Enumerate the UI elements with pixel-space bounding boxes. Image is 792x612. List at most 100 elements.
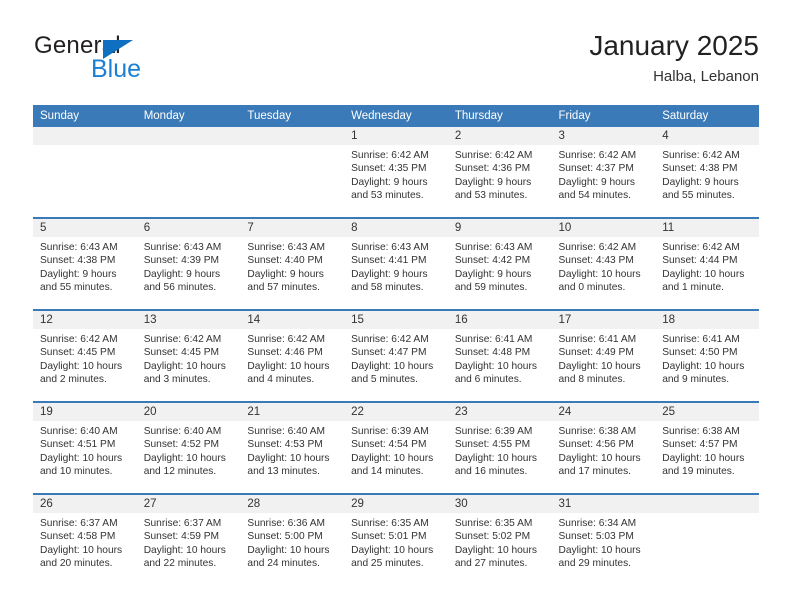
calendar-cell-empty (33, 127, 137, 218)
day-detail-line: and 10 minutes. (40, 466, 113, 478)
day-detail-line: Daylight: 9 hours (351, 176, 428, 188)
day-number: 21 (240, 403, 345, 421)
calendar-cell-inner: 10 Sunrise: 6:42 AM Sunset: 4:43 PM Dayligh… (551, 219, 656, 307)
calendar-cell-inner: 17 Sunrise: 6:41 AM Sunset: 4:49 PM Dayligh… (551, 311, 656, 399)
day-detail-line: and 2 minutes. (40, 374, 107, 386)
day-number: 9 (447, 219, 552, 237)
day-detail-line: and 53 minutes. (351, 190, 424, 202)
day-detail-line: Sunrise: 6:42 AM (662, 150, 740, 161)
calendar-cell-inner: 19 Sunrise: 6:40 AM Sunset: 4:51 PM Dayligh… (33, 403, 137, 491)
calendar-day-cell[interactable]: 24 Sunrise: 6:38 AM Sunset: 4:56 PM Dayligh… (551, 401, 656, 494)
calendar-day-cell[interactable]: 22 Sunrise: 6:39 AM Sunset: 4:54 PM Dayligh… (344, 401, 448, 494)
calendar-day-cell[interactable]: 1 Sunrise: 6:42 AM Sunset: 4:35 PM Daylight… (344, 127, 448, 218)
calendar-day-cell[interactable]: 29 Sunrise: 6:35 AM Sunset: 5:01 PM Dayligh… (344, 493, 448, 585)
day-detail-line: Sunrise: 6:35 AM (351, 518, 429, 529)
day-detail-line: Sunset: 4:40 PM (247, 255, 323, 267)
day-detail-line: Sunset: 4:50 PM (662, 347, 738, 359)
day-details: Sunrise: 6:42 AM Sunset: 4:43 PM Daylight:… (552, 237, 656, 295)
calendar-day-cell[interactable]: 8 Sunrise: 6:43 AM Sunset: 4:41 PM Daylight… (344, 217, 448, 310)
day-details: Sunrise: 6:37 AM Sunset: 4:58 PM Daylight:… (33, 513, 137, 571)
calendar-day-cell[interactable]: 27 Sunrise: 6:37 AM Sunset: 4:59 PM Dayligh… (136, 493, 241, 585)
calendar-cell-inner: 9 Sunrise: 6:43 AM Sunset: 4:42 PM Daylight… (447, 219, 552, 307)
day-detail-line: and 55 minutes. (662, 190, 735, 202)
calendar-day-cell[interactable]: 15 Sunrise: 6:42 AM Sunset: 4:47 PM Dayligh… (344, 309, 448, 402)
calendar-day-cell[interactable]: 2 Sunrise: 6:42 AM Sunset: 4:36 PM Daylight… (447, 127, 552, 218)
calendar-day-cell[interactable]: 12 Sunrise: 6:42 AM Sunset: 4:45 PM Dayligh… (33, 309, 137, 402)
day-detail-line: Sunset: 4:47 PM (351, 347, 427, 359)
calendar-day-cell[interactable]: 25 Sunrise: 6:38 AM Sunset: 4:57 PM Dayligh… (655, 401, 759, 494)
calendar-day-cell[interactable]: 16 Sunrise: 6:41 AM Sunset: 4:48 PM Dayligh… (447, 309, 552, 402)
day-number: 28 (240, 495, 345, 513)
day-detail-line: Sunrise: 6:43 AM (351, 242, 429, 253)
day-number: 6 (136, 219, 241, 237)
day-detail-line: Daylight: 9 hours (351, 268, 428, 280)
calendar-day-cell[interactable]: 18 Sunrise: 6:41 AM Sunset: 4:50 PM Dayligh… (655, 309, 759, 402)
day-detail-line: Sunrise: 6:40 AM (40, 426, 118, 437)
page-header: General Blue January 2025 Halba, Lebanon (33, 30, 759, 93)
day-number: 20 (136, 403, 241, 421)
day-detail-line: Sunrise: 6:42 AM (351, 150, 429, 161)
calendar-day-cell[interactable]: 14 Sunrise: 6:42 AM Sunset: 4:46 PM Dayligh… (240, 309, 345, 402)
day-detail-line: Sunset: 4:38 PM (40, 255, 116, 267)
day-number: 10 (551, 219, 656, 237)
day-detail-line: Sunrise: 6:43 AM (143, 242, 222, 253)
day-detail-line: Sunrise: 6:42 AM (454, 150, 533, 161)
day-number: 7 (240, 219, 345, 237)
calendar-day-cell[interactable]: 28 Sunrise: 6:36 AM Sunset: 5:00 PM Dayligh… (240, 493, 345, 585)
calendar-day-cell[interactable]: 30 Sunrise: 6:35 AM Sunset: 5:02 PM Dayligh… (447, 493, 552, 585)
day-detail-line: Sunset: 5:01 PM (351, 531, 427, 543)
calendar-day-cell[interactable]: 26 Sunrise: 6:37 AM Sunset: 4:58 PM Dayligh… (33, 493, 137, 585)
day-detail-line: and 24 minutes. (247, 558, 320, 570)
day-detail-line: Sunset: 4:55 PM (454, 439, 531, 451)
calendar-day-cell[interactable]: 11 Sunrise: 6:42 AM Sunset: 4:44 PM Dayligh… (655, 217, 759, 310)
day-detail-line: Daylight: 10 hours (662, 268, 745, 280)
calendar-day-cell[interactable]: 6 Sunrise: 6:43 AM Sunset: 4:39 PM Daylight… (136, 217, 241, 310)
weekday-header-monday: Monday (136, 105, 241, 127)
day-number: 17 (551, 311, 656, 329)
calendar-day-cell[interactable]: 9 Sunrise: 6:43 AM Sunset: 4:42 PM Daylight… (447, 217, 552, 310)
day-details: Sunrise: 6:39 AM Sunset: 4:54 PM Daylight:… (344, 421, 448, 479)
page-title: January 2025 (589, 30, 759, 61)
day-details: Sunrise: 6:42 AM Sunset: 4:47 PM Daylight:… (344, 329, 448, 387)
calendar-day-cell[interactable]: 19 Sunrise: 6:40 AM Sunset: 4:51 PM Dayligh… (33, 401, 137, 494)
calendar-day-cell[interactable]: 17 Sunrise: 6:41 AM Sunset: 4:49 PM Dayligh… (551, 309, 656, 402)
weekday-header-sunday: Sunday (33, 105, 137, 127)
calendar-day-cell[interactable]: 10 Sunrise: 6:42 AM Sunset: 4:43 PM Dayligh… (551, 217, 656, 310)
day-detail-line: Sunset: 4:45 PM (143, 347, 220, 359)
day-detail-line: Sunrise: 6:42 AM (40, 334, 118, 345)
day-details: Sunrise: 6:40 AM Sunset: 4:52 PM Daylight:… (137, 421, 241, 479)
calendar-header-row: Sunday Monday Tuesday Wednesday Thursday… (33, 105, 759, 127)
calendar-cell-inner: 5 Sunrise: 6:43 AM Sunset: 4:38 PM Daylight… (33, 219, 137, 307)
calendar-day-cell[interactable]: 21 Sunrise: 6:40 AM Sunset: 4:53 PM Dayligh… (240, 401, 345, 494)
day-detail-line: Sunrise: 6:42 AM (662, 242, 740, 253)
day-detail-line: and 57 minutes. (247, 282, 320, 294)
day-detail-line: Daylight: 10 hours (351, 452, 434, 464)
calendar-week-row: 1 Sunrise: 6:42 AM Sunset: 4:35 PM Daylight… (33, 127, 759, 218)
day-detail-line: Sunset: 4:46 PM (247, 347, 323, 359)
calendar-day-cell[interactable]: 31 Sunrise: 6:34 AM Sunset: 5:03 PM Dayligh… (551, 493, 656, 585)
day-detail-line: Daylight: 10 hours (662, 360, 745, 372)
day-number: 3 (551, 127, 656, 145)
day-detail-line: and 17 minutes. (558, 466, 632, 478)
day-number: 22 (344, 403, 448, 421)
day-detail-line: and 54 minutes. (558, 190, 632, 202)
calendar-day-cell[interactable]: 20 Sunrise: 6:40 AM Sunset: 4:52 PM Dayligh… (136, 401, 241, 494)
day-details: Sunrise: 6:42 AM Sunset: 4:37 PM Daylight:… (552, 145, 656, 203)
day-detail-line: and 4 minutes. (247, 374, 315, 386)
calendar-day-cell[interactable]: 7 Sunrise: 6:43 AM Sunset: 4:40 PM Daylight… (240, 217, 345, 310)
calendar-day-cell[interactable]: 13 Sunrise: 6:42 AM Sunset: 4:45 PM Dayligh… (136, 309, 241, 402)
calendar-day-cell[interactable]: 3 Sunrise: 6:42 AM Sunset: 4:37 PM Daylight… (551, 127, 656, 218)
calendar-day-cell[interactable]: 4 Sunrise: 6:42 AM Sunset: 4:38 PM Daylight… (655, 127, 759, 218)
calendar-day-cell[interactable]: 5 Sunrise: 6:43 AM Sunset: 4:38 PM Daylight… (33, 217, 137, 310)
general-blue-logo[interactable]: General Blue (33, 31, 253, 87)
day-detail-line: Sunrise: 6:35 AM (454, 518, 533, 529)
day-detail-line: Sunrise: 6:42 AM (247, 334, 325, 345)
day-detail-line: Sunset: 4:45 PM (40, 347, 116, 359)
day-detail-line: and 22 minutes. (143, 558, 217, 570)
day-detail-line: Daylight: 10 hours (143, 452, 226, 464)
calendar-day-cell[interactable]: 23 Sunrise: 6:39 AM Sunset: 4:55 PM Dayligh… (447, 401, 552, 494)
calendar-cell-inner (136, 127, 241, 215)
calendar-cell-empty (655, 493, 759, 585)
day-detail-line: Sunset: 4:51 PM (40, 439, 116, 451)
calendar-cell-empty (136, 127, 241, 218)
